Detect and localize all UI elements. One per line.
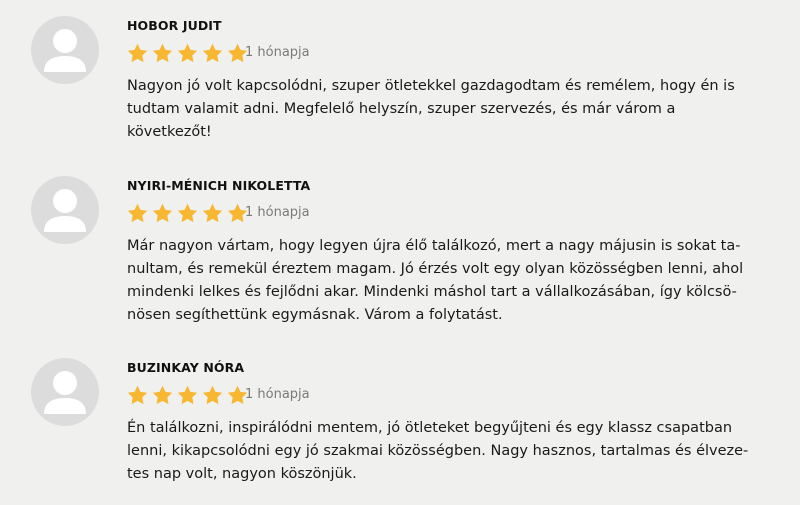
reviewer-name: NYIRI-MÉNICH NIKOLETTA bbox=[127, 178, 311, 193]
review-text: Már nagyon vártam, hogy legyen újra élő … bbox=[127, 235, 767, 327]
star-rating bbox=[127, 203, 248, 223]
review-text-line: tes nap volt, nagyon köszönjük. bbox=[127, 466, 357, 482]
review-text-line: mindenki lelkes és fejlődni akar. Minden… bbox=[127, 284, 737, 300]
reviewer-name: HOBOR JUDIT bbox=[127, 18, 222, 33]
star-icon bbox=[177, 43, 198, 63]
star-rating bbox=[127, 385, 248, 405]
star-icon bbox=[152, 43, 173, 63]
review-time: 1 hónapja bbox=[245, 205, 310, 220]
user-silhouette-icon bbox=[31, 176, 99, 244]
star-icon bbox=[202, 43, 223, 63]
star-icon bbox=[127, 203, 148, 223]
reviewer-name: BUZINKAY NÓRA bbox=[127, 360, 245, 375]
star-icon bbox=[152, 385, 173, 405]
review-time: 1 hónapja bbox=[245, 45, 310, 60]
star-icon bbox=[127, 385, 148, 405]
review-time: 1 hónapja bbox=[245, 387, 310, 402]
review-text-line: Nagyon jó volt kapcsolódni, szuper ötlet… bbox=[127, 78, 735, 94]
star-icon bbox=[202, 385, 223, 405]
star-icon bbox=[127, 43, 148, 63]
review-text-line: Már nagyon vártam, hogy legyen újra élő … bbox=[127, 238, 741, 254]
star-icon bbox=[202, 203, 223, 223]
review-text-line: következőt! bbox=[127, 124, 212, 140]
review-text-line: nösen segíthettünk egymásnak. Várom a fo… bbox=[127, 307, 503, 323]
reviews-list: HOBOR JUDIT 1 hónapja Nagyon jó volt kap… bbox=[0, 0, 800, 505]
review-text: Nagyon jó volt kapcsolódni, szuper ötlet… bbox=[127, 75, 767, 144]
star-icon bbox=[152, 203, 173, 223]
star-rating bbox=[127, 43, 248, 63]
review-text: Én találkozni, inspirálódni mentem, jó ö… bbox=[127, 417, 767, 486]
star-icon bbox=[177, 385, 198, 405]
star-icon bbox=[177, 203, 198, 223]
review-text-line: nultam, és remekül éreztem magam. Jó érz… bbox=[127, 261, 744, 277]
review-text-line: lenni, kikapcsolódni egy jó szakmai közö… bbox=[127, 443, 749, 459]
review-text-line: Én találkozni, inspirálódni mentem, jó ö… bbox=[127, 420, 733, 436]
user-silhouette-icon bbox=[31, 16, 99, 84]
user-silhouette-icon bbox=[31, 358, 99, 426]
review-text-line: tudtam valamit adni. Megfelelő helyszín,… bbox=[127, 101, 676, 117]
